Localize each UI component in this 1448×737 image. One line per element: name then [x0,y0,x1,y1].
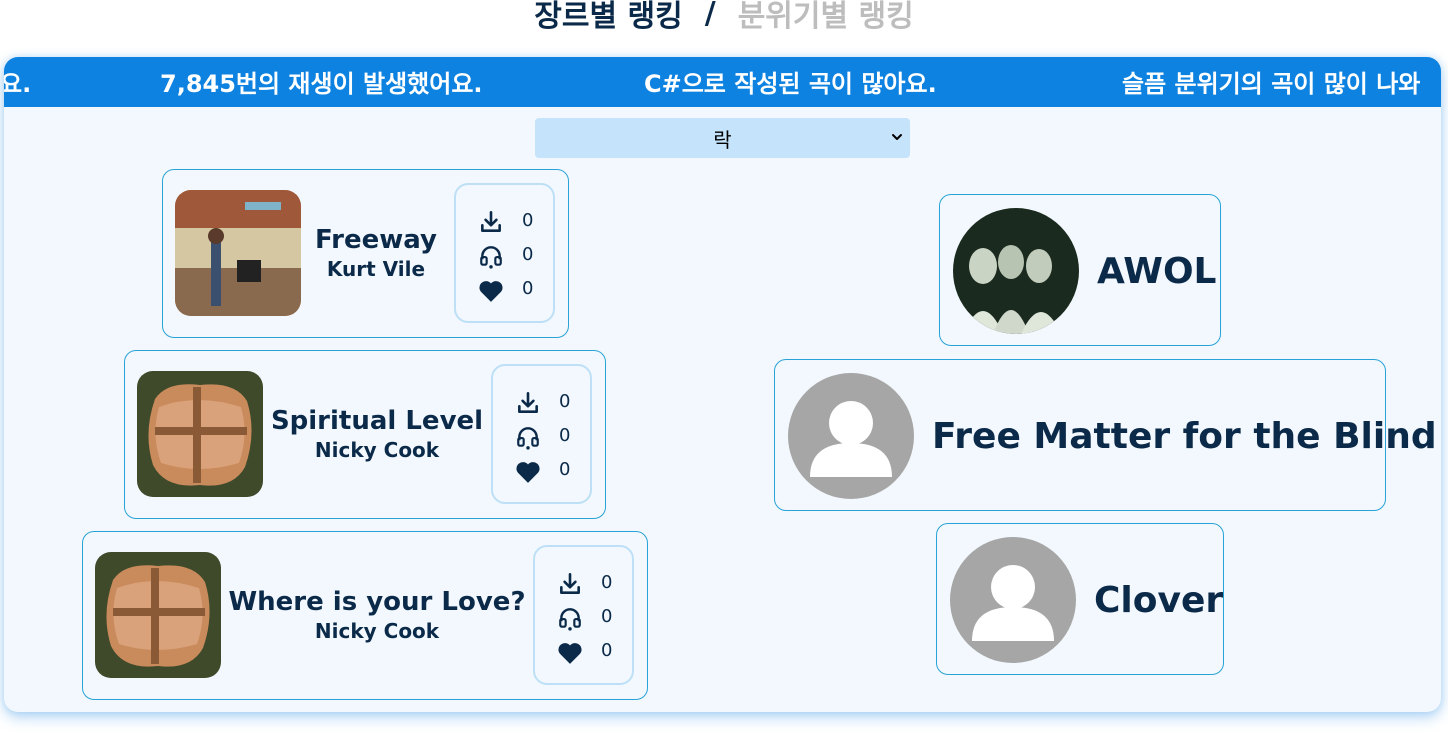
song-card[interactable]: Freeway Kurt Vile 0 0 0 [162,169,569,338]
headphones-icon [559,608,581,631]
play-count: 0 [601,606,613,627]
download-icon [481,210,501,232]
artist-card[interactable]: Free Matter for the Blind [774,359,1437,511]
tab-mood-ranking[interactable]: 분위기별 랭킹 [738,0,914,35]
play-count-row: 0 [456,241,553,271]
download-count: 0 [601,572,613,593]
genre-select[interactable]: 락 [535,118,910,158]
download-count: 0 [559,391,571,412]
genre-select-value: 락 [713,127,732,152]
like-count: 0 [601,640,613,661]
song-artist: Nicky Cook [314,438,440,462]
album-cover [137,371,263,497]
stats-marquee: 요. 7,845번의 재생이 발생했어요. C#으로 작성된 곡이 많아요. 슬… [4,57,1441,107]
marquee-item: 요. [4,70,32,98]
artist-name: Free Matter for the Blind [932,415,1437,457]
artist-name: AWOL [1097,250,1217,292]
user-avatar-icon [950,537,1076,663]
ranking-tabs: 장르별 랭킹 / 분위기별 랭킹 [0,0,1448,38]
song-stats: 0 0 0 [491,364,592,504]
download-count: 0 [522,210,534,231]
song-stats: 0 0 0 [533,545,634,685]
chevron-down-icon [892,134,902,140]
like-count: 0 [559,459,571,480]
marquee-item: 슬픔 분위기의 곡이 많이 나와 [1122,70,1421,98]
like-count-row: 0 [535,637,632,667]
play-count-row: 0 [535,603,632,633]
heart-icon[interactable] [476,277,506,303]
song-card[interactable]: Where is your Love? Nicky Cook 0 0 0 [82,531,648,700]
like-count-row: 0 [493,456,590,486]
download-count-row: 0 [535,569,632,599]
artist-card[interactable]: AWOL [939,194,1221,346]
album-cover [175,190,301,316]
album-cover [95,552,221,678]
play-count-row: 0 [493,422,590,452]
download-icon [560,572,580,594]
download-count-row: 0 [493,388,590,418]
heart-icon[interactable] [513,458,543,484]
download-count-row: 0 [456,207,553,237]
song-title: Freeway [315,225,437,255]
like-count-row: 0 [456,275,553,305]
artist-name: Clover [1094,579,1224,621]
play-count: 0 [522,244,534,265]
download-icon [518,391,538,413]
like-count: 0 [522,278,534,299]
song-title: Where is your Love? [228,587,526,617]
song-stats: 0 0 0 [454,183,555,323]
headphones-icon [517,427,539,450]
marquee-item: 7,845번의 재생이 발생했어요. [160,70,483,98]
song-artist: Kurt Vile [326,257,426,281]
heart-icon[interactable] [555,639,585,665]
artist-photo [953,208,1079,334]
marquee-item: C#으로 작성된 곡이 많아요. [644,70,937,98]
song-artist: Nicky Cook [314,619,440,643]
ranking-panel: 요. 7,845번의 재생이 발생했어요. C#으로 작성된 곡이 많아요. 슬… [4,57,1441,712]
song-title: Spiritual Level [270,406,484,436]
tab-separator: / [704,0,716,31]
artist-card[interactable]: Clover [936,523,1224,675]
headphones-icon [480,246,502,269]
play-count: 0 [559,425,571,446]
user-avatar-icon [788,373,914,499]
song-card[interactable]: Spiritual Level Nicky Cook 0 0 0 [124,350,606,519]
tab-genre-ranking[interactable]: 장르별 랭킹 [534,0,682,35]
